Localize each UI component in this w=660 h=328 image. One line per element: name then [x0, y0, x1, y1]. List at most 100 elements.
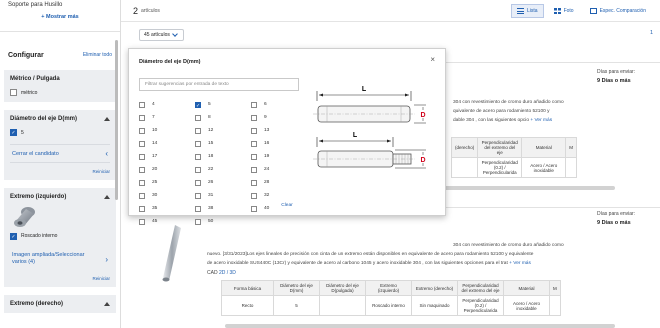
- compare-view-button[interactable]: Espec. Comparación: [584, 4, 652, 18]
- option-label: 7: [152, 115, 155, 120]
- option-checkbox[interactable]: [195, 153, 201, 160]
- option-checkbox[interactable]: [195, 218, 201, 225]
- option-checkbox[interactable]: [139, 166, 145, 173]
- show-more-link[interactable]: + Mostrar más: [8, 14, 112, 20]
- diameter-5-checkbox[interactable]: ✓: [10, 129, 17, 136]
- reset-diameter-link[interactable]: Reiniciar: [10, 169, 110, 174]
- option-checkbox[interactable]: [251, 166, 257, 173]
- clear-button[interactable]: Clear: [129, 203, 445, 208]
- desc-line: 304 con revestimiento de cromo duro añad…: [453, 100, 564, 105]
- clear-all-link[interactable]: Eliminar todo: [83, 52, 112, 58]
- photo-view-button[interactable]: Foto: [548, 4, 580, 18]
- see-more-link[interactable]: + Ver más: [530, 118, 552, 123]
- table-row[interactable]: Recto 5 Roscado interno Sin maquinado Pe…: [221, 295, 561, 316]
- close-candidates-row[interactable]: Cerrar el candidato ‹: [10, 144, 110, 163]
- collapse-caret-icon[interactable]: [104, 117, 110, 121]
- diameter-option[interactable]: 19: [251, 153, 307, 160]
- option-checkbox[interactable]: [251, 153, 257, 160]
- diameter-option[interactable]: 16: [251, 140, 307, 147]
- option-checkbox[interactable]: [139, 101, 145, 108]
- option-checkbox[interactable]: [139, 153, 145, 160]
- option-checkbox[interactable]: [139, 140, 145, 147]
- option-checkbox[interactable]: [195, 140, 201, 147]
- diameter-option[interactable]: 22: [195, 166, 251, 173]
- diameter-5-label: 5: [21, 129, 24, 136]
- option-checkbox[interactable]: [139, 179, 145, 186]
- enlarge-select-row[interactable]: Imagen ampliada/Seleccionar varios (4) ›: [10, 248, 110, 270]
- configure-header: Configurar Eliminar todo: [0, 44, 120, 66]
- per-page-select[interactable]: 45 artículos: [139, 29, 184, 41]
- diameter-option[interactable]: 20: [139, 166, 195, 173]
- metric-label: métrico: [21, 89, 38, 96]
- end-left-option-tapped[interactable]: ✓ Roscado interno: [10, 233, 110, 240]
- option-checkbox[interactable]: [251, 101, 257, 108]
- cad-info: CAD 2D / 3D: [207, 270, 236, 276]
- cad-links[interactable]: 2D / 3D: [219, 270, 236, 276]
- table-scrollbar[interactable]: [225, 324, 615, 328]
- list-view-button[interactable]: Lista: [511, 4, 544, 18]
- option-checkbox[interactable]: [251, 114, 257, 121]
- diameter-option[interactable]: 15: [195, 140, 251, 147]
- diameter-option-5[interactable]: ✓ 5: [10, 129, 110, 136]
- option-checkbox[interactable]: [195, 192, 201, 199]
- diameter-option[interactable]: 9: [251, 114, 307, 121]
- diameter-option[interactable]: 31: [195, 192, 251, 199]
- tapped-end-thumbnail[interactable]: [12, 205, 38, 227]
- tapped-checkbox[interactable]: ✓: [10, 233, 17, 240]
- table-row[interactable]: Perpendicularidad (0.2) / Perpendiculari…: [450, 157, 578, 178]
- diameter-option[interactable]: 4: [139, 101, 195, 108]
- option-checkbox[interactable]: [139, 192, 145, 199]
- table-header: Perpendicularidad del extremo del eje: [457, 280, 504, 296]
- collapse-caret-icon[interactable]: [104, 302, 110, 306]
- diameter-label: D: [420, 112, 425, 119]
- product-image[interactable]: [161, 223, 183, 283]
- diameter-option[interactable]: 10: [139, 127, 195, 134]
- diameter-option[interactable]: 45: [139, 218, 195, 225]
- option-checkbox[interactable]: ✓: [195, 101, 201, 109]
- option-checkbox[interactable]: [195, 179, 201, 186]
- option-checkbox[interactable]: [139, 114, 145, 121]
- ship-label: Días para enviar:: [597, 211, 636, 217]
- option-checkbox[interactable]: [251, 192, 257, 199]
- diameter-option[interactable]: 25: [139, 179, 195, 186]
- diameter-option[interactable]: 7: [139, 114, 195, 121]
- chevron-left-icon: ‹: [105, 149, 108, 158]
- diameter-option[interactable]: 26: [195, 179, 251, 186]
- see-more-link[interactable]: + Ver más: [509, 261, 531, 266]
- option-label: 13: [264, 128, 270, 133]
- close-icon[interactable]: ×: [430, 55, 435, 64]
- diameter-option[interactable]: 13: [251, 127, 307, 134]
- option-checkbox[interactable]: [195, 127, 201, 134]
- reset-end-left-link[interactable]: Reiniciar: [10, 276, 110, 281]
- diameter-option[interactable]: 28: [251, 179, 307, 186]
- compare-icon: [589, 8, 597, 14]
- page-number[interactable]: 1: [650, 30, 653, 36]
- option-checkbox[interactable]: [195, 166, 201, 173]
- diameter-option[interactable]: 30: [139, 192, 195, 199]
- diameter-option[interactable]: 18: [195, 153, 251, 160]
- diameter-option[interactable]: 8: [195, 114, 251, 121]
- option-checkbox[interactable]: [139, 218, 145, 225]
- collapse-caret-icon[interactable]: [104, 195, 110, 199]
- filter-input[interactable]: Filtrar sugerencias por entrada de texto: [139, 78, 299, 91]
- length-label: L: [362, 86, 367, 93]
- option-checkbox[interactable]: [139, 127, 145, 134]
- metric-checkbox[interactable]: [10, 89, 17, 96]
- category-support-link[interactable]: Soporte para Husillo: [8, 2, 112, 8]
- diameter-option[interactable]: 12: [195, 127, 251, 134]
- option-checkbox[interactable]: [251, 127, 257, 134]
- unit-option-metric[interactable]: métrico: [10, 89, 110, 96]
- option-checkbox[interactable]: [251, 179, 257, 186]
- diameter-option[interactable]: 50: [195, 218, 251, 225]
- diameter-option[interactable]: 17: [139, 153, 195, 160]
- option-checkbox[interactable]: [251, 140, 257, 147]
- diameter-option[interactable]: 14: [139, 140, 195, 147]
- diameter-option[interactable]: ✓ 5: [195, 101, 251, 109]
- diameter-option[interactable]: 6: [251, 101, 307, 108]
- table-cell: [450, 157, 479, 178]
- option-checkbox[interactable]: [195, 114, 201, 121]
- sidebar-scrollbar[interactable]: [115, 40, 118, 200]
- diameter-option[interactable]: 32: [251, 192, 307, 199]
- diameter-option[interactable]: 24: [251, 166, 307, 173]
- list-view-label: Lista: [527, 8, 538, 14]
